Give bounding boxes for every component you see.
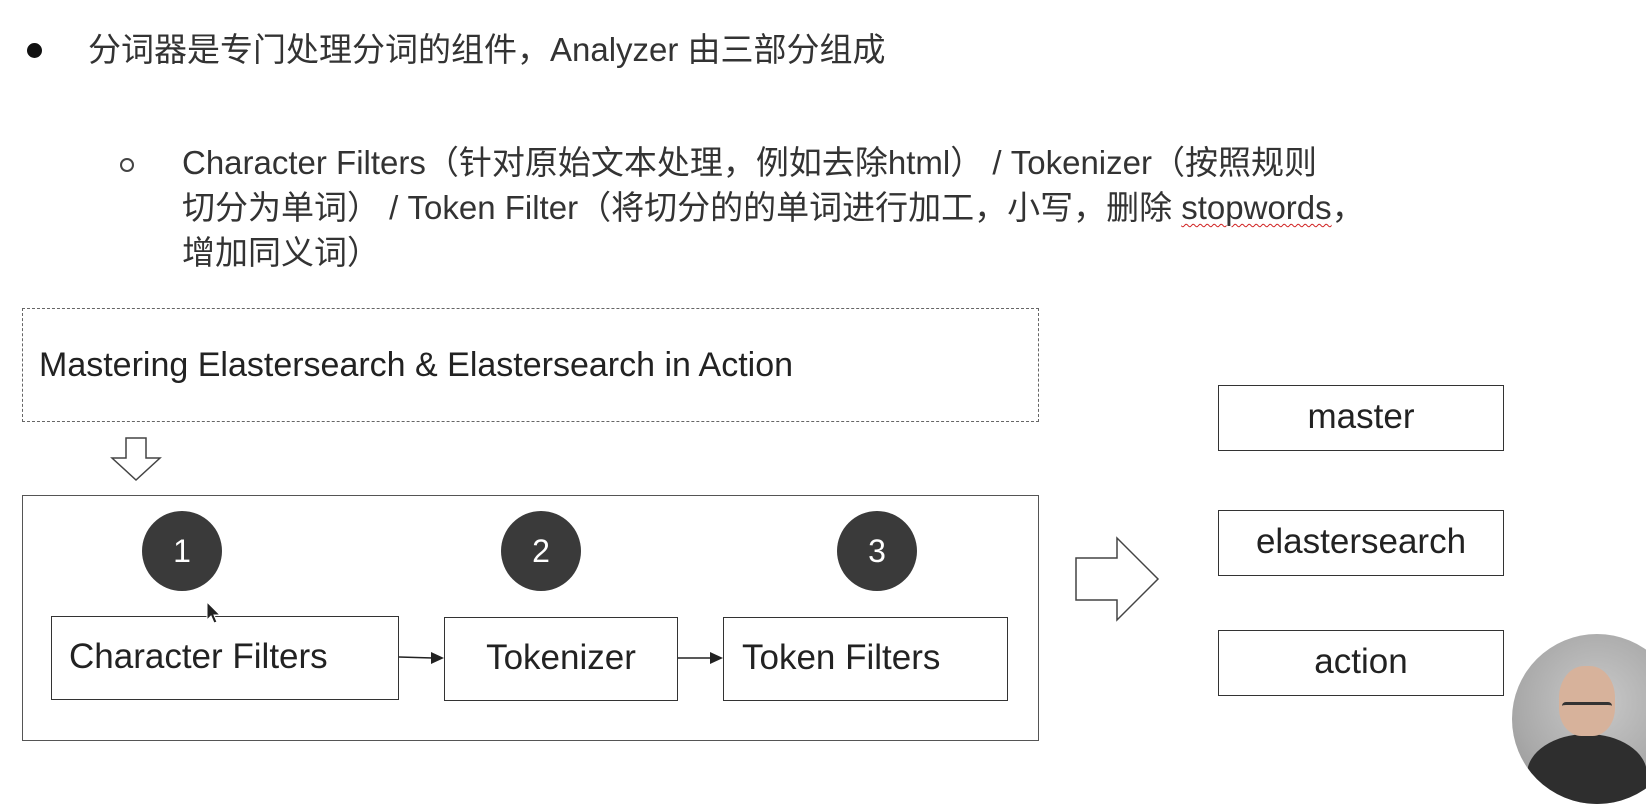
sub-bullet-line-1: Character Filters（针对原始文本处理，例如去除html） / T… [182, 144, 1317, 181]
token-action: action [1218, 630, 1504, 696]
sub-bullet-line-2-suffix: ， [1331, 189, 1365, 226]
step-badge-3: 3 [837, 511, 917, 591]
presenter-glasses [1562, 702, 1612, 715]
presenter-head [1559, 666, 1615, 736]
stage-tokenizer: Tokenizer [444, 617, 678, 701]
mouse-cursor-icon [206, 601, 222, 624]
flow-arrow-2-icon [678, 652, 723, 664]
step-badge-1: 1 [142, 511, 222, 591]
input-text-box: Mastering Elastersearch & Elastersearch … [22, 308, 1039, 422]
sub-bullet-line-2: 切分为单词） / Token Filter（将切分的的单词进行加工，小写，删除 … [182, 186, 1365, 230]
down-arrow-icon [110, 437, 162, 482]
stage-character-filters: Character Filters [51, 616, 399, 700]
sub-bullet-line-2-text: 切分为单词） / Token Filter（将切分的的单词进行加工，小写，删除 [182, 189, 1182, 226]
right-arrow-icon [1075, 536, 1160, 622]
sub-bullet-line-3: 增加同义词） [182, 234, 380, 271]
presenter-video-avatar [1512, 634, 1646, 804]
presenter-body [1527, 734, 1646, 804]
analyzer-pipeline-frame: 1 2 3 Character Filters Tokenizer Token … [22, 495, 1039, 741]
flow-arrow-1-icon [399, 652, 444, 664]
input-text: Mastering Elastersearch & Elastersearch … [39, 346, 794, 384]
bullet-text: 分词器是专门处理分词的组件，Analyzer 由三部分组成 [88, 31, 886, 68]
token-master: master [1218, 385, 1504, 451]
step-badge-2: 2 [501, 511, 581, 591]
sub-bullet-circle [120, 158, 134, 172]
token-elastersearch: elastersearch [1218, 510, 1504, 576]
bullet-dot [27, 43, 42, 58]
stage-token-filters: Token Filters [723, 617, 1008, 701]
spellcheck-word: stopwords [1181, 189, 1332, 226]
